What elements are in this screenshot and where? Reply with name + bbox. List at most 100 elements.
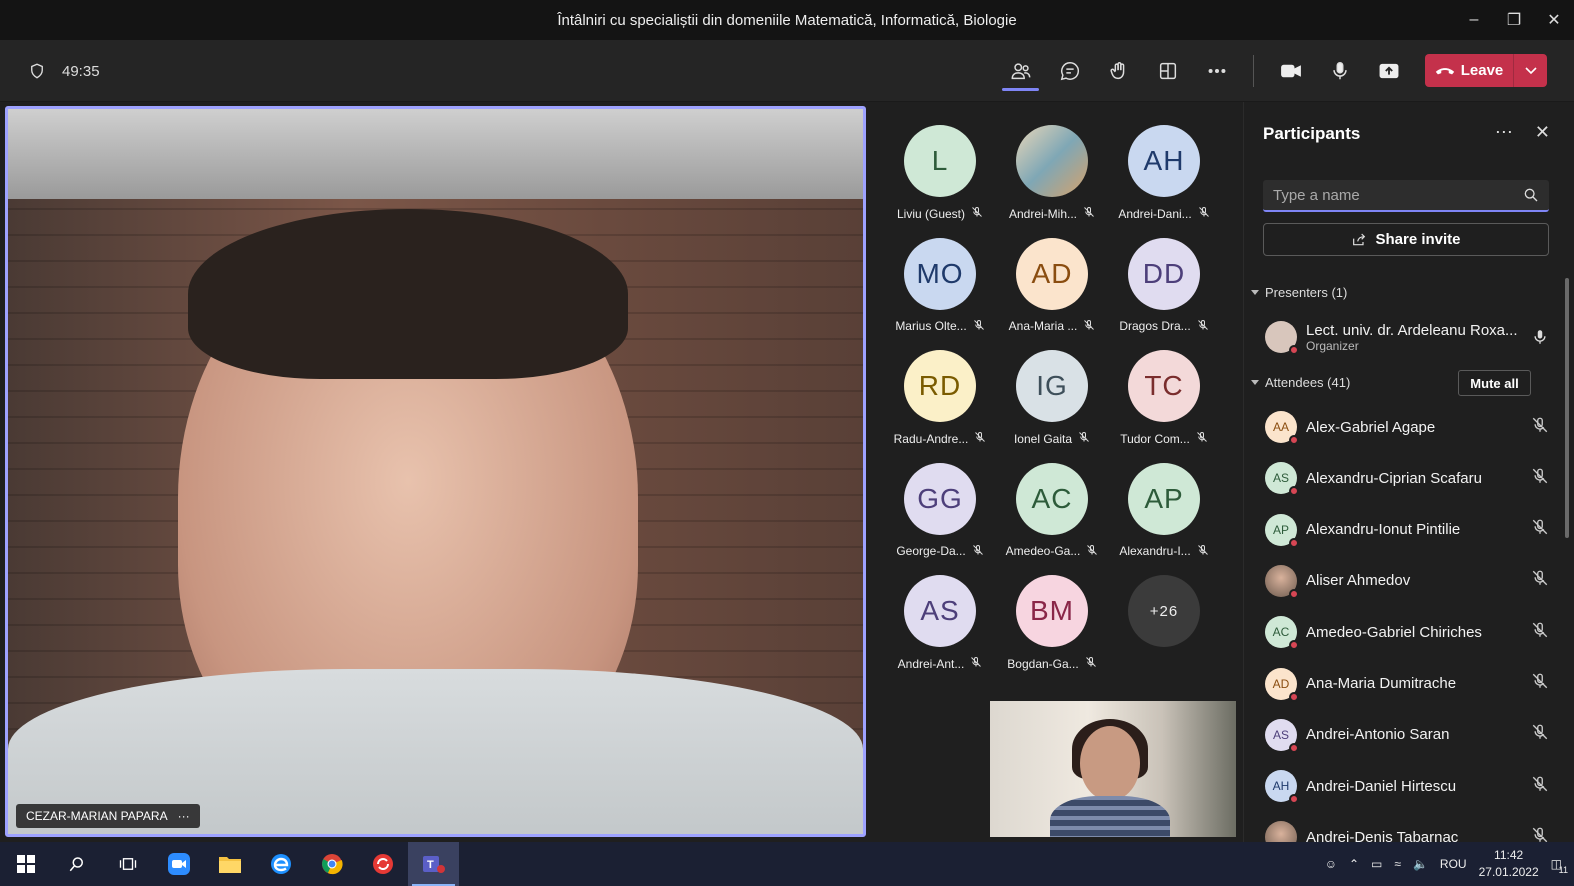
participant-avatar: AP	[1128, 462, 1200, 535]
search-input[interactable]	[1273, 186, 1523, 204]
leave-dropdown[interactable]	[1513, 54, 1547, 87]
zoom-app[interactable]	[153, 842, 204, 886]
attendee-row[interactable]: AA Alex-Gabriel Agape	[1265, 407, 1555, 447]
attendee-row[interactable]: AS Andrei-Antonio Saran	[1265, 715, 1555, 755]
toolbar-divider	[1253, 55, 1254, 87]
clock[interactable]: 11:42 27.01.2022	[1479, 847, 1539, 881]
clock-date: 27.01.2022	[1478, 865, 1539, 879]
chevron-up-icon[interactable]: ⌃	[1349, 857, 1359, 871]
participant-tile[interactable]: L Liviu (Guest)	[884, 115, 996, 227]
participant-tile[interactable]: RD Radu-Andre...	[884, 340, 996, 452]
chrome-app[interactable]	[306, 842, 357, 886]
mic-off-icon[interactable]	[1531, 672, 1555, 695]
participant-tile-label: Bogdan-Ga...	[996, 656, 1108, 671]
participant-tile[interactable]: MO Marius Olte...	[884, 228, 996, 340]
mic-off-icon[interactable]	[1531, 775, 1555, 798]
shield-icon[interactable]	[28, 62, 46, 80]
participants-button[interactable]	[996, 40, 1045, 102]
mic-off-icon[interactable]	[1531, 467, 1555, 490]
mic-on-icon[interactable]	[1531, 328, 1549, 346]
wifi-icon[interactable]: ≈	[1394, 857, 1401, 871]
close-icon[interactable]: ✕	[1534, 0, 1574, 40]
taskbar-search[interactable]	[51, 842, 102, 886]
mic-off-icon	[1197, 544, 1209, 559]
mic-off-icon[interactable]	[1531, 518, 1555, 541]
attendee-row[interactable]: AH Andrei-Daniel Hirtescu	[1265, 766, 1555, 806]
attendee-row[interactable]: AC Amedeo-Gabriel Chiriches	[1265, 612, 1555, 652]
mic-off-icon[interactable]	[1531, 621, 1555, 644]
more-participants-tile[interactable]: +26	[1108, 565, 1220, 677]
rooms-button[interactable]	[1143, 40, 1192, 102]
participant-tile[interactable]: AS Andrei-Ant...	[884, 565, 996, 677]
attendee-initials: AS	[1272, 727, 1289, 742]
participant-tile-label: Ana-Maria ...	[996, 319, 1108, 334]
sync-app[interactable]	[357, 842, 408, 886]
mic-off-icon[interactable]	[1531, 569, 1555, 592]
participant-tile[interactable]: Andrei-Mih...	[996, 115, 1108, 227]
edge-app[interactable]	[255, 842, 306, 886]
attendee-row[interactable]: AS Alexandru-Ciprian Scafaru	[1265, 458, 1555, 498]
attendee-initials: AP	[1272, 522, 1289, 537]
speaker-more-button[interactable]: ···	[178, 809, 190, 823]
participant-tile[interactable]: GG George-Da...	[884, 453, 996, 565]
status-busy-dot	[1289, 588, 1299, 599]
mic-off-icon	[971, 206, 983, 221]
mute-all-button[interactable]: Mute all	[1458, 370, 1531, 396]
reactions-button[interactable]	[1094, 40, 1143, 102]
chat-button[interactable]	[1045, 40, 1094, 102]
participant-tile[interactable]: AD Ana-Maria ...	[996, 228, 1108, 340]
leave-button[interactable]: Leave	[1425, 54, 1513, 87]
share-invite-button[interactable]: Share invite	[1263, 223, 1549, 256]
participant-tile[interactable]: TC Tudor Com...	[1108, 340, 1220, 452]
mic-off-icon[interactable]	[1531, 723, 1555, 746]
panel-close-icon[interactable]: ✕	[1535, 122, 1550, 143]
share-screen-button[interactable]	[1364, 40, 1413, 102]
participant-search[interactable]	[1263, 180, 1549, 212]
participant-tile[interactable]: AC Amedeo-Ga...	[996, 453, 1108, 565]
mic-off-icon	[1198, 206, 1210, 221]
file-explorer-app[interactable]	[204, 842, 255, 886]
panel-scrollbar[interactable]	[1565, 278, 1569, 538]
language-indicator[interactable]: ROU	[1440, 857, 1467, 871]
volume-icon[interactable]: 🔈	[1413, 857, 1428, 871]
search-icon[interactable]	[1523, 187, 1539, 203]
teams-app[interactable]: T	[408, 842, 459, 886]
attendee-row[interactable]: Aliser Ahmedov	[1265, 561, 1555, 601]
participant-name: Ana-Maria ...	[1008, 319, 1078, 333]
participant-tile[interactable]: BM Bogdan-Ga...	[996, 565, 1108, 677]
task-view-button[interactable]	[102, 842, 153, 886]
chat-icon	[1060, 62, 1079, 81]
participant-avatar: IG	[1016, 350, 1088, 422]
presenter-avatar	[1265, 321, 1299, 355]
notifications-icon[interactable]: ◫ 11	[1551, 857, 1568, 875]
participant-tile[interactable]: AH Andrei-Dani...	[1108, 115, 1220, 227]
speaker-name: CEZAR-MARIAN PAPARA	[26, 809, 168, 823]
participant-photo	[1016, 125, 1088, 197]
attendee-photo	[1265, 821, 1297, 842]
attendees-section[interactable]: Attendees (41)	[1251, 375, 1350, 390]
minimize-icon[interactable]: –	[1454, 0, 1494, 40]
people-icon[interactable]: ☺	[1325, 857, 1337, 871]
mic-off-icon[interactable]	[1531, 416, 1555, 439]
presenter-row[interactable]: Lect. univ. dr. Ardeleanu Roxa... Organi…	[1265, 317, 1555, 357]
participant-tile[interactable]: AP Alexandru-I...	[1108, 453, 1220, 565]
participant-avatar: DD	[1128, 237, 1200, 310]
attendee-row[interactable]: Andrei-Denis Tabarnac	[1265, 817, 1555, 842]
more-actions-button[interactable]	[1192, 40, 1241, 102]
mic-button[interactable]	[1315, 40, 1364, 102]
attendee-row[interactable]: AD Ana-Maria Dumitrache	[1265, 664, 1555, 704]
participant-tile[interactable]: DD Dragos Dra...	[1108, 228, 1220, 340]
panel-more-icon[interactable]: ⋯	[1495, 122, 1513, 143]
presenters-section[interactable]: Presenters (1)	[1251, 285, 1347, 300]
presenter-video[interactable]	[990, 701, 1236, 837]
start-button[interactable]	[0, 842, 51, 886]
attendee-initials: AC	[1272, 625, 1290, 640]
battery-icon[interactable]: ▭	[1371, 857, 1382, 871]
restore-icon[interactable]: ❐	[1494, 0, 1534, 40]
camera-button[interactable]	[1266, 40, 1315, 102]
active-speaker-video[interactable]: CEZAR-MARIAN PAPARA ···	[5, 106, 866, 837]
participant-name: Alexandru-I...	[1119, 544, 1191, 558]
attendee-row[interactable]: AP Alexandru-Ionut Pintilie	[1265, 510, 1555, 550]
participant-tile[interactable]: IG Ionel Gaita	[996, 340, 1108, 452]
mic-off-icon[interactable]	[1531, 826, 1555, 842]
